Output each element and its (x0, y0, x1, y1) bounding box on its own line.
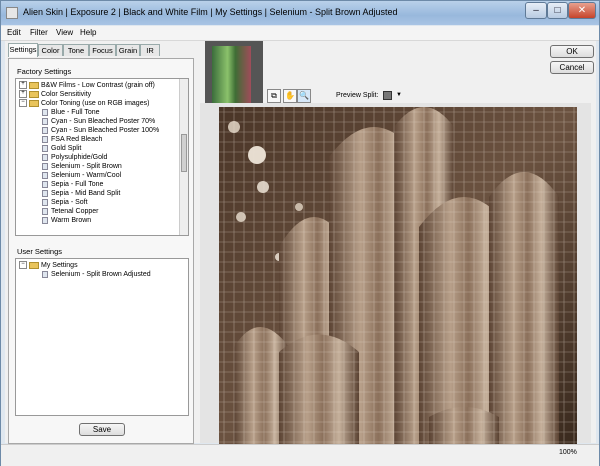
user-settings-tree[interactable]: − My Settings Selenium - Split Brown Adju… (15, 258, 189, 416)
tree-scrollbar[interactable] (179, 79, 188, 235)
tree-label: Selenium - Split Brown Adjusted (51, 271, 151, 278)
collapse-icon[interactable]: − (19, 99, 27, 108)
menu-view[interactable]: View (56, 28, 73, 37)
scrollbar-thumb[interactable] (181, 134, 187, 172)
user-settings-label: User Settings (17, 247, 63, 256)
document-icon (42, 135, 48, 143)
tree-item[interactable]: Cyan - Sun Bleached Poster 70% (42, 117, 155, 126)
maximize-button[interactable]: □ (547, 2, 568, 19)
settings-panel: Factory Settings + B&W Films - Low Contra… (8, 58, 194, 444)
save-button[interactable]: Save (79, 423, 125, 436)
menu-filter[interactable]: Filter (30, 28, 48, 37)
tree-item[interactable]: Sepia - Full Tone (42, 180, 103, 189)
tree-label: Selenium - Warm/Cool (51, 172, 122, 179)
folder-icon (29, 99, 39, 107)
factory-settings-tree[interactable]: + B&W Films - Low Contrast (grain off) + C… (15, 78, 189, 236)
document-icon (42, 162, 48, 170)
tree-label: B&W Films - Low Contrast (grain off) (41, 82, 155, 89)
tree-folder[interactable]: − My Settings (19, 261, 78, 270)
tree-label: Sepia - Full Tone (51, 181, 104, 188)
minimize-button[interactable]: – (525, 2, 547, 19)
document-icon (42, 108, 48, 116)
tree-item[interactable]: FSA Red Bleach (42, 135, 102, 144)
tree-label: Blue - Full Tone (51, 109, 100, 116)
tree-item[interactable]: Blue - Full Tone (42, 108, 100, 117)
document-icon (42, 270, 48, 278)
cancel-button[interactable]: Cancel (550, 61, 594, 74)
tree-label: Cyan - Sun Bleached Poster 70% (51, 118, 156, 125)
tree-label: Color Sensitivity (41, 91, 92, 98)
tree-label: Sepia - Mid Band Split (51, 190, 121, 197)
tree-item[interactable]: Selenium - Split Brown (42, 162, 122, 171)
preview-split-label: Preview Split: (336, 92, 379, 99)
tree-label: Tetenal Copper (51, 208, 99, 215)
tree-item[interactable]: Gold Split (42, 144, 81, 153)
tree-label: Sepia - Soft (51, 199, 88, 206)
factory-settings-label: Factory Settings (17, 67, 72, 76)
tab-settings[interactable]: Settings (8, 43, 38, 57)
document-icon (42, 153, 48, 161)
menu-help[interactable]: Help (80, 28, 96, 37)
tab-color[interactable]: Color (38, 44, 63, 56)
tree-label: Warm Brown (51, 217, 92, 224)
tab-focus[interactable]: Focus (89, 44, 116, 56)
tree-item[interactable]: Warm Brown (42, 216, 91, 225)
document-icon (42, 189, 48, 197)
document-icon (42, 198, 48, 206)
zoom-icon[interactable]: 🔍 (297, 89, 311, 103)
document-icon (42, 117, 48, 125)
main-area: Settings Color Tone Focus Grain IR Facto… (5, 41, 596, 444)
tree-item[interactable]: Selenium - Split Brown Adjusted (42, 270, 151, 279)
cactus-photo (219, 107, 577, 444)
preview-area (200, 103, 591, 444)
folder-icon (29, 261, 39, 269)
tree-folder[interactable]: + Color Sensitivity (19, 90, 91, 99)
tree-item[interactable]: Polysulphide/Gold (42, 153, 107, 162)
tree-item[interactable]: Sepia - Soft (42, 198, 88, 207)
ok-button[interactable]: OK (550, 45, 594, 58)
preview-image[interactable] (219, 107, 577, 444)
collapse-icon[interactable]: − (19, 261, 27, 270)
menu-bar: Edit Filter View Help (1, 26, 599, 41)
split-swatch[interactable] (383, 91, 392, 100)
hand-icon[interactable]: ✋ (283, 89, 297, 103)
document-icon (42, 171, 48, 179)
zoom-level: 100% (559, 449, 577, 456)
tree-label: Cyan - Sun Bleached Poster 100% (51, 127, 160, 134)
compare-icon[interactable]: ⧉ (267, 89, 281, 103)
folder-icon (29, 81, 39, 89)
document-icon (42, 216, 48, 224)
split-dropdown-arrow[interactable]: ▼ (396, 92, 402, 98)
tree-label: FSA Red Bleach (51, 136, 103, 143)
tree-folder[interactable]: + B&W Films - Low Contrast (grain off) (19, 81, 155, 90)
document-icon (42, 144, 48, 152)
tree-item[interactable]: Cyan - Sun Bleached Poster 100% (42, 126, 159, 135)
tree-label: Color Toning (use on RGB images) (41, 100, 150, 107)
close-button[interactable]: ✕ (568, 2, 596, 19)
folder-icon (29, 90, 39, 98)
tree-item[interactable]: Selenium - Warm/Cool (42, 171, 121, 180)
document-icon (42, 126, 48, 134)
document-icon (42, 207, 48, 215)
document-icon (42, 180, 48, 188)
window-title: Alien Skin | Exposure 2 | Black and Whit… (23, 7, 398, 17)
title-bar: Alien Skin | Exposure 2 | Black and Whit… (1, 1, 599, 25)
thumbnail-image[interactable] (211, 45, 252, 107)
status-bar: 100% (1, 444, 599, 466)
tab-tone[interactable]: Tone (63, 44, 89, 56)
tree-item[interactable]: Sepia - Mid Band Split (42, 189, 120, 198)
tree-label: My Settings (41, 262, 78, 269)
expand-icon[interactable]: + (19, 81, 27, 90)
tree-folder[interactable]: − Color Toning (use on RGB images) (19, 99, 149, 108)
tree-label: Selenium - Split Brown (51, 163, 122, 170)
tree-item[interactable]: Tetenal Copper (42, 207, 98, 216)
tree-label: Gold Split (51, 145, 82, 152)
expand-icon[interactable]: + (19, 90, 27, 99)
menu-edit[interactable]: Edit (7, 28, 21, 37)
app-window: Alien Skin | Exposure 2 | Black and Whit… (0, 0, 600, 466)
app-icon (6, 7, 18, 19)
tab-grain[interactable]: Grain (116, 44, 140, 56)
tab-ir[interactable]: IR (140, 44, 160, 56)
tree-label: Polysulphide/Gold (51, 154, 108, 161)
